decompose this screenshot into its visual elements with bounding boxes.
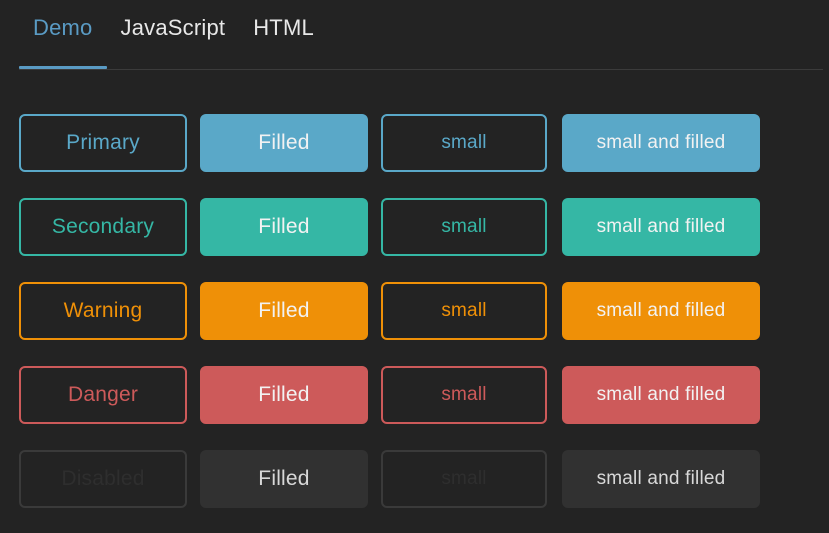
button-warning-warning[interactable]: Warning [19,282,187,340]
button-danger-small-and-filled[interactable]: small and filled [562,366,760,424]
button-primary-small[interactable]: small [381,114,547,172]
button-warning-small[interactable]: small [381,282,547,340]
button-danger-filled[interactable]: Filled [200,366,368,424]
button-danger-danger[interactable]: Danger [19,366,187,424]
button-warning-small-and-filled[interactable]: small and filled [562,282,760,340]
button-disabled-small-and-filled: small and filled [562,450,760,508]
button-danger-small[interactable]: small [381,366,547,424]
button-secondary-small[interactable]: small [381,198,547,256]
tab-bar-divider [19,69,823,70]
button-disabled-disabled: Disabled [19,450,187,508]
tab-javascript[interactable]: JavaScript [107,0,240,69]
button-warning-filled[interactable]: Filled [200,282,368,340]
tab-active-underline [19,66,107,69]
button-disabled-filled: Filled [200,450,368,508]
button-secondary-filled[interactable]: Filled [200,198,368,256]
button-disabled-small: small [381,450,547,508]
button-row-warning: Warning Filled small small and filled [19,282,829,340]
button-grid: Primary Filled small small and filled Second… [0,70,829,508]
button-secondary-small-and-filled[interactable]: small and filled [562,198,760,256]
button-primary-filled[interactable]: Filled [200,114,368,172]
tab-demo[interactable]: Demo [19,0,107,69]
button-primary-primary[interactable]: Primary [19,114,187,172]
button-secondary-secondary[interactable]: Secondary [19,198,187,256]
button-primary-small-and-filled[interactable]: small and filled [562,114,760,172]
tab-bar: Demo JavaScript HTML [0,0,829,70]
button-row-disabled: Disabled Filled small small and filled [19,450,829,508]
button-row-primary: Primary Filled small small and filled [19,114,829,172]
button-row-secondary: Secondary Filled small small and filled [19,198,829,256]
tab-html[interactable]: HTML [239,0,328,69]
button-row-danger: Danger Filled small small and filled [19,366,829,424]
